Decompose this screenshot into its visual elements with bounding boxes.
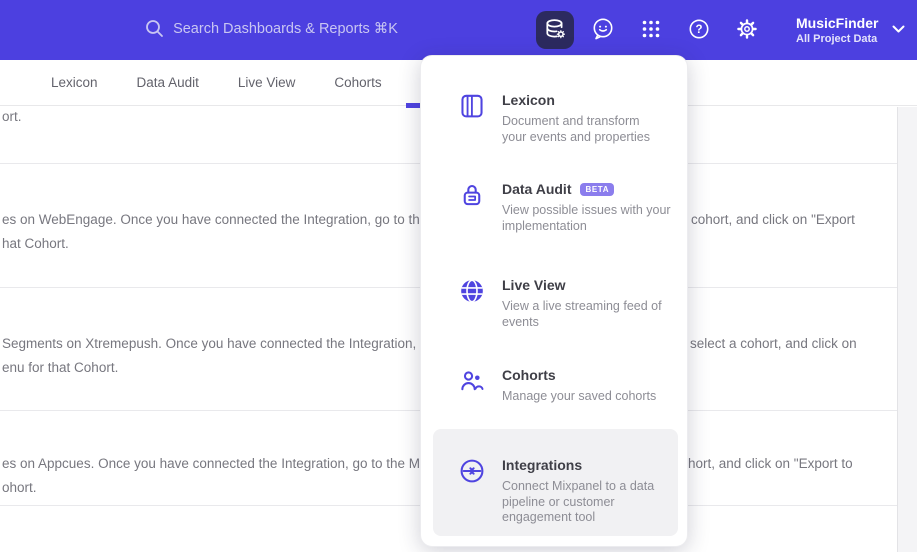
live-view-globe-icon (459, 278, 485, 330)
app-root: Search Dashboards & Reports ⌘K ? MusicFi… (0, 0, 917, 552)
doc-text-fragment: es on WebEngage. Once you have connected… (2, 212, 428, 227)
tools-dropdown-menu: Lexicon Document and transform your even… (420, 55, 688, 547)
menu-item-title: Cohorts (502, 367, 556, 383)
settings-button[interactable] (728, 11, 766, 49)
menu-item-text: Live View View a live streaming feed of … (502, 277, 662, 330)
project-scope: All Project Data (796, 32, 878, 45)
menu-item-desc: events (502, 314, 539, 329)
svg-text:?: ? (695, 24, 702, 36)
chevron-down-icon (878, 21, 905, 39)
top-bar-actions: ? MusicFinder All Project Data (536, 0, 905, 60)
grid-dots-icon (638, 16, 664, 45)
tab-live-view[interactable]: Live View (238, 75, 296, 90)
integrations-sync-icon (459, 458, 485, 526)
menu-item-desc: Manage your saved cohorts (502, 389, 657, 403)
doc-text-fragment: Segments on Xtremepush. Once you have co… (2, 336, 417, 351)
doc-text-fragment: es on Appcues. Once you have connected t… (2, 456, 421, 471)
menu-item-desc: pipeline or customer (502, 494, 615, 509)
search-icon (145, 19, 164, 38)
menu-item-desc: View possible issues with your (502, 203, 671, 217)
search-input[interactable]: Search Dashboards & Reports ⌘K (70, 10, 473, 47)
menu-item-title: Integrations (502, 457, 583, 473)
doc-text-fragment: enu for that Cohort. (2, 360, 119, 375)
project-labels: MusicFinder All Project Data (796, 15, 878, 46)
question-mark-circle-icon: ? (686, 16, 712, 45)
feedback-button[interactable] (584, 11, 622, 49)
doc-text-fragment: hort, and click on "Export to (688, 456, 853, 471)
menu-item-desc: View a live streaming feed of (502, 299, 662, 313)
data-management-button[interactable] (536, 11, 574, 49)
help-button[interactable]: ? (680, 11, 718, 49)
lexicon-book-icon (459, 93, 485, 145)
menu-item-desc: Connect Mixpanel to a data (502, 479, 655, 493)
doc-text-fragment: cohort, and click on "Export (691, 212, 855, 227)
menu-item-lexicon[interactable]: Lexicon Document and transform your even… (421, 92, 689, 145)
menu-item-text: Integrations Connect Mixpanel to a data … (502, 457, 654, 526)
doc-text-fragment: hat Cohort. (2, 236, 69, 251)
apps-grid-button[interactable] (632, 11, 670, 49)
gear-icon (734, 16, 760, 45)
menu-item-text: Cohorts Manage your saved cohorts (502, 367, 656, 405)
tab-lexicon[interactable]: Lexicon (51, 75, 98, 90)
doc-text-fragment: select a cohort, and click on (690, 336, 857, 351)
cohorts-people-icon (459, 368, 485, 405)
scrollbar-gutter[interactable] (897, 107, 917, 552)
menu-item-text: Lexicon Document and transform your even… (502, 92, 650, 145)
tab-cohorts[interactable]: Cohorts (334, 75, 381, 90)
menu-item-live-view[interactable]: Live View View a live streaming feed of … (421, 277, 689, 330)
data-audit-lock-icon (459, 182, 485, 234)
menu-item-text: Data Audit BETA View possible issues wit… (502, 181, 671, 234)
menu-item-desc: implementation (502, 218, 587, 233)
menu-item-integrations[interactable]: Integrations Connect Mixpanel to a data … (421, 457, 689, 526)
menu-item-data-audit[interactable]: Data Audit BETA View possible issues wit… (421, 181, 689, 234)
menu-item-title: Data Audit (502, 181, 572, 197)
smiley-chat-icon (590, 16, 616, 45)
menu-item-title: Live View (502, 277, 566, 293)
search-placeholder: Search Dashboards & Reports ⌘K (173, 20, 398, 37)
menu-item-desc: Document and transform (502, 114, 640, 128)
project-name: MusicFinder (796, 14, 879, 31)
menu-item-desc: engagement tool (502, 510, 596, 524)
database-gear-icon (542, 16, 568, 45)
menu-item-title: Lexicon (502, 92, 555, 108)
doc-text-fragment: ort. (2, 109, 22, 124)
tab-data-audit[interactable]: Data Audit (137, 75, 199, 90)
menu-item-cohorts[interactable]: Cohorts Manage your saved cohorts (421, 367, 689, 405)
project-switcher[interactable]: MusicFinder All Project Data (796, 15, 905, 46)
menu-item-desc: your events and properties (502, 129, 651, 144)
doc-text-fragment: ohort. (2, 480, 37, 495)
top-bar: Search Dashboards & Reports ⌘K ? MusicFi… (0, 0, 917, 60)
beta-badge: BETA (580, 183, 615, 196)
